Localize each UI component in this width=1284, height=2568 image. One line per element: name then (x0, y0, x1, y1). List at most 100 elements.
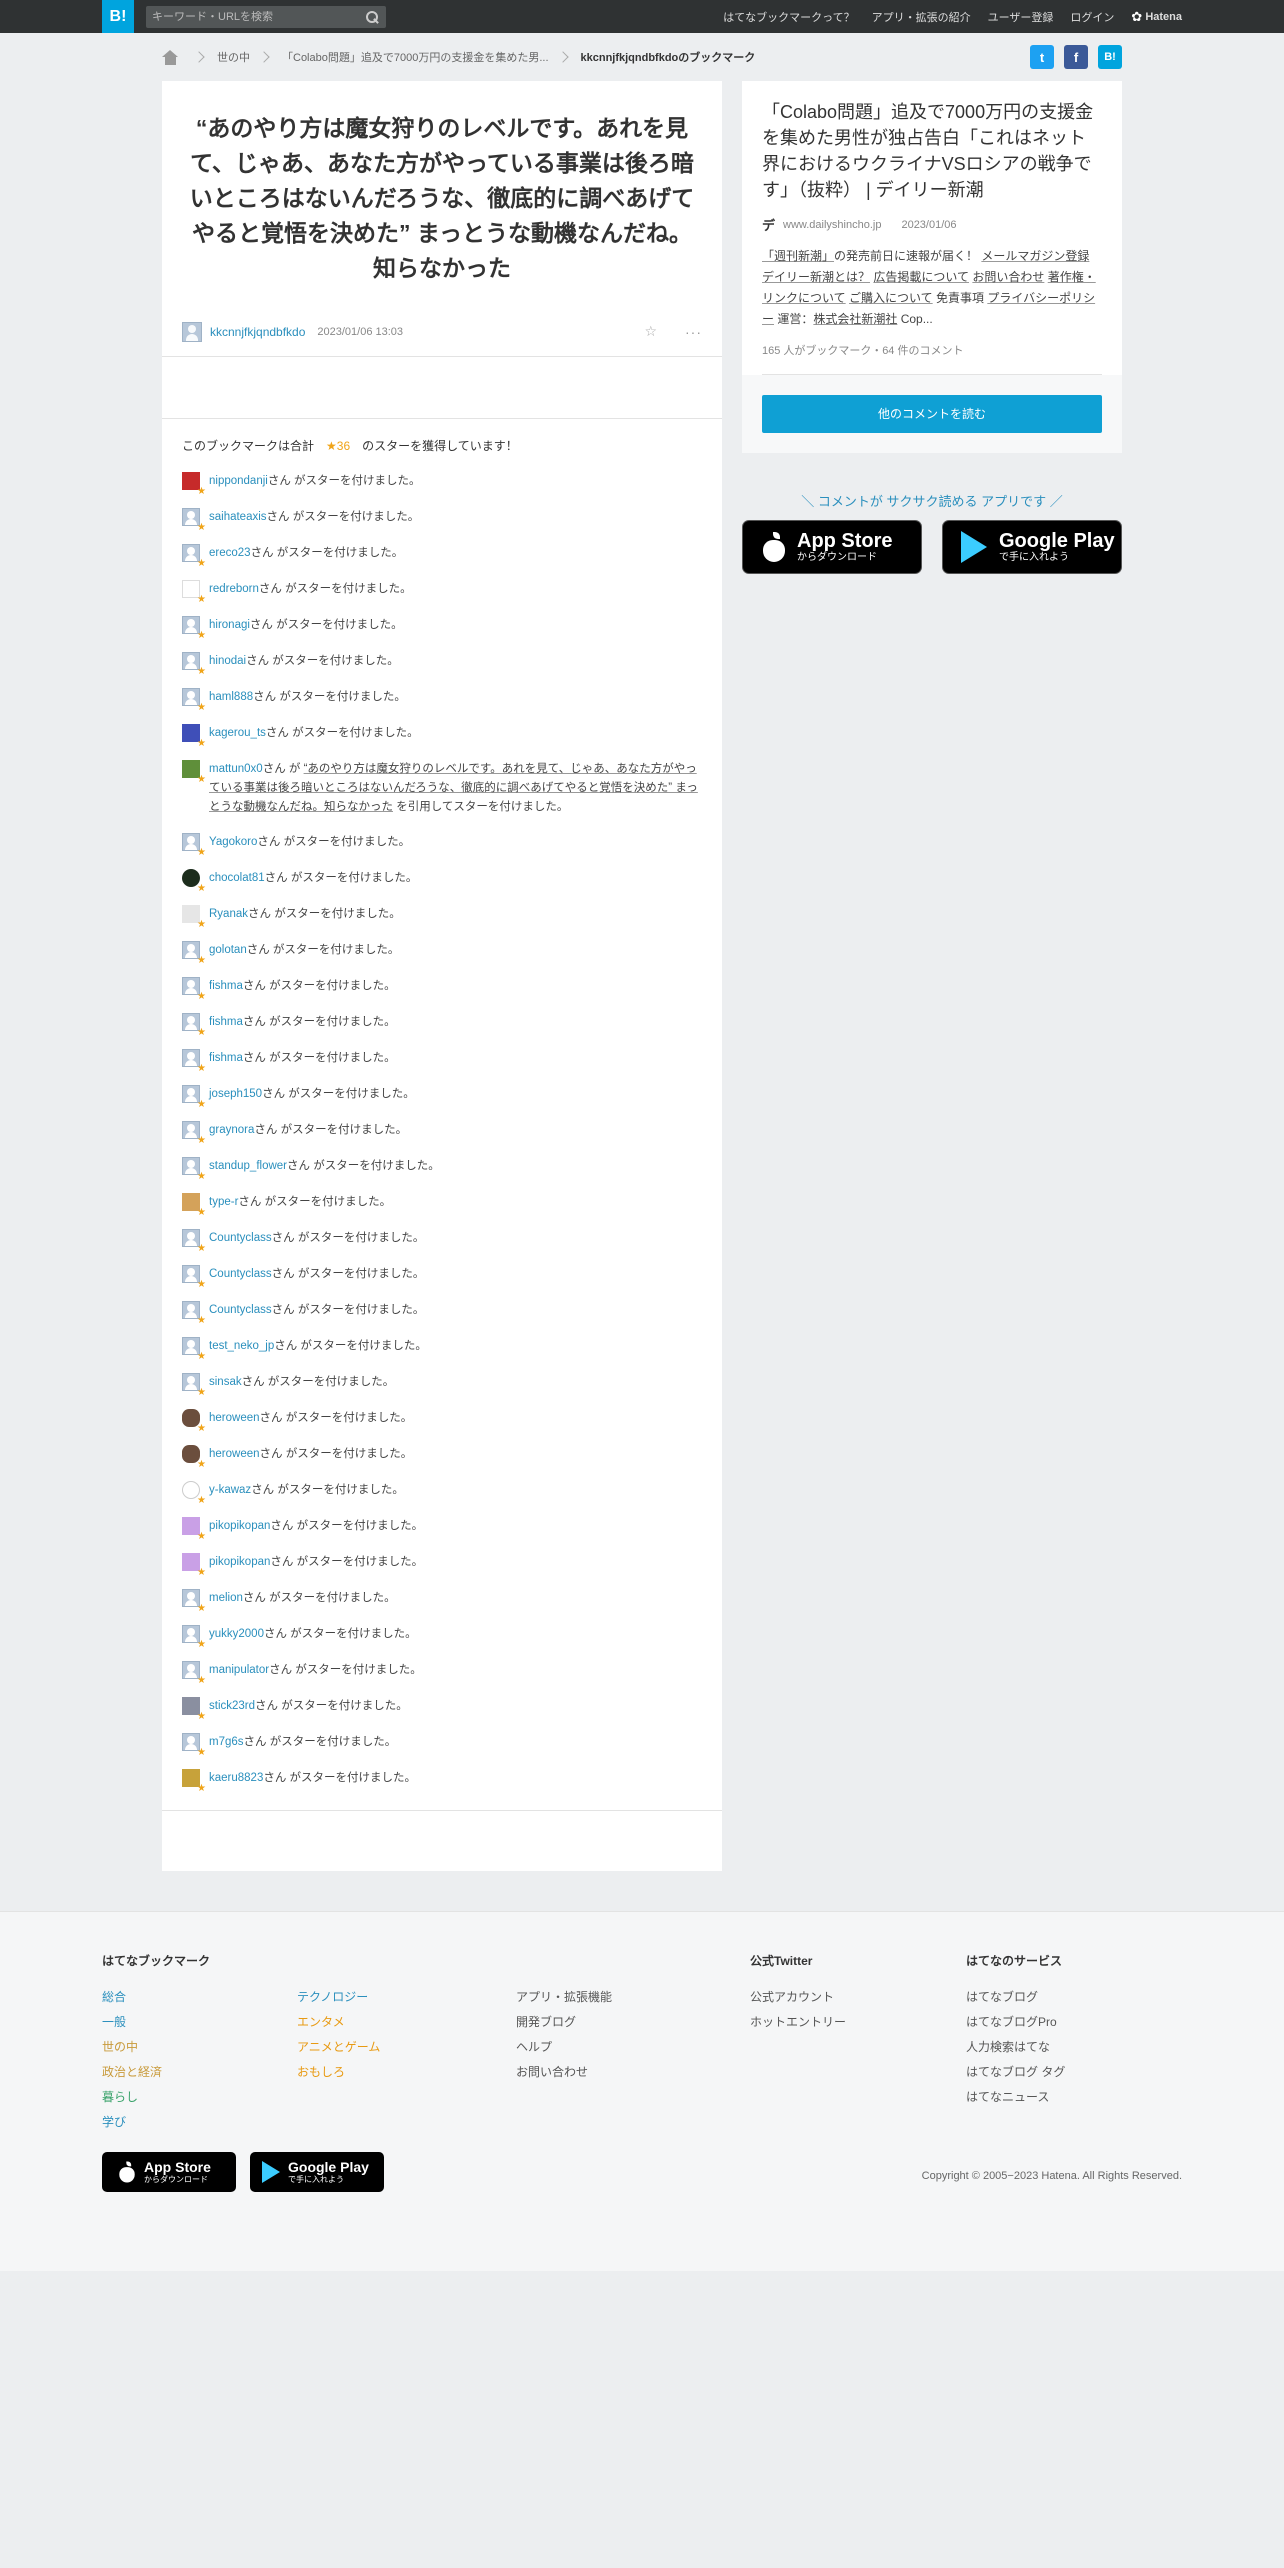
star-user-link[interactable]: haml888 (209, 691, 253, 703)
nav-apps[interactable]: アプリ・拡張の紹介 (872, 9, 971, 25)
star-user-link[interactable]: kaeru8823 (209, 1772, 263, 1784)
avatar[interactable]: ★ (182, 1444, 206, 1469)
hatena-bookmark-logo[interactable]: B! (102, 0, 134, 33)
star-user-link[interactable]: kagerou_ts (209, 727, 266, 739)
avatar[interactable]: ★ (182, 1408, 206, 1433)
avatar[interactable]: ★ (182, 1372, 206, 1397)
entry-description-link[interactable]: 株式会社新潮社 (813, 312, 897, 326)
footer-link[interactable]: おもしろ (297, 2060, 380, 2085)
footer-link[interactable]: 一般 (102, 2010, 210, 2035)
star-user-link[interactable]: stick23rd (209, 1700, 255, 1712)
avatar[interactable]: ★ (182, 1336, 206, 1361)
avatar[interactable]: ★ (182, 1660, 206, 1685)
star-user-link[interactable]: standup_flower (209, 1160, 287, 1172)
entry-title-link[interactable]: 「Colabo問題」追及で7000万円の支援金を集めた男性が独占告白「これはネッ… (762, 99, 1102, 203)
star-user-link[interactable]: hinodai (209, 655, 246, 667)
star-user-link[interactable]: fishma (209, 1016, 243, 1028)
avatar[interactable]: ★ (182, 1156, 206, 1181)
star-user-link[interactable]: heroween (209, 1412, 260, 1424)
avatar[interactable]: ★ (182, 579, 206, 604)
avatar[interactable]: ★ (182, 1048, 206, 1073)
star-user-link[interactable]: graynora (209, 1124, 254, 1136)
star-user-link[interactable]: joseph150 (209, 1088, 262, 1100)
avatar[interactable]: ★ (182, 543, 206, 568)
star-user-link[interactable]: pikopikopan (209, 1556, 270, 1568)
more-options-icon[interactable]: ··· (685, 324, 702, 340)
avatar[interactable]: ★ (182, 1516, 206, 1541)
avatar[interactable]: ★ (182, 615, 206, 640)
star-user-link[interactable]: Countyclass (209, 1304, 272, 1316)
breadcrumb-category[interactable]: 世の中 (217, 49, 250, 65)
avatar[interactable]: ★ (182, 1012, 206, 1037)
star-user-link[interactable]: test_neko_jp (209, 1340, 274, 1352)
twitter-share-button[interactable]: t (1030, 45, 1054, 69)
star-user-link[interactable]: Countyclass (209, 1232, 272, 1244)
avatar[interactable]: ★ (182, 832, 206, 857)
star-user-link[interactable]: mattun0x0 (209, 763, 263, 775)
avatar[interactable]: ★ (182, 1768, 206, 1793)
star-user-link[interactable]: hironagi (209, 619, 250, 631)
footer-link[interactable]: はてなブログPro (966, 2010, 1065, 2035)
footer-link[interactable]: アニメとゲーム (297, 2035, 380, 2060)
avatar[interactable]: ★ (182, 1228, 206, 1253)
star-user-link[interactable]: saihateaxis (209, 511, 267, 523)
avatar[interactable]: ★ (182, 471, 206, 496)
footer-link[interactable]: エンタメ (297, 2010, 380, 2035)
footer-link[interactable]: はてなブログ タグ (966, 2060, 1065, 2085)
hatena-share-button[interactable]: B! (1098, 45, 1122, 69)
footer-link[interactable]: 人力検索はてな (966, 2035, 1065, 2060)
avatar[interactable]: ★ (182, 651, 206, 676)
avatar[interactable]: ★ (182, 1480, 206, 1505)
star-user-link[interactable]: redreborn (209, 583, 259, 595)
star-user-link[interactable]: manipulator (209, 1664, 269, 1676)
entry-description-link[interactable]: メールマガジン登録 (981, 249, 1089, 263)
footer-link[interactable]: はてなブログ (966, 1985, 1065, 2010)
add-star-icon[interactable]: ☆ (644, 323, 657, 340)
star-user-link[interactable]: golotan (209, 944, 247, 956)
footer-link[interactable]: ヘルプ (516, 2035, 612, 2060)
entry-domain-link[interactable]: www.dailyshincho.jp (783, 219, 881, 231)
star-user-link[interactable]: m7g6s (209, 1736, 244, 1748)
breadcrumb-entry[interactable]: 「Colabo問題」追及で7000万円の支援金を集めた男... (282, 49, 549, 65)
home-icon[interactable] (162, 49, 179, 65)
star-user-link[interactable]: nippondanji (209, 475, 268, 487)
avatar[interactable]: ★ (182, 1084, 206, 1109)
footer-link[interactable]: 公式アカウント (750, 1985, 846, 2010)
entry-description-link[interactable]: お問い合わせ (972, 270, 1044, 284)
star-user-link[interactable]: fishma (209, 980, 243, 992)
nav-about[interactable]: はてなブックマークって？ (723, 9, 854, 25)
entry-description-link[interactable]: 広告掲載について (873, 270, 969, 284)
avatar[interactable]: ★ (182, 1588, 206, 1613)
avatar[interactable]: ★ (182, 904, 206, 929)
search-input[interactable] (152, 10, 352, 23)
facebook-share-button[interactable]: f (1064, 45, 1088, 69)
footer-link[interactable]: 総合 (102, 1985, 210, 2010)
avatar[interactable]: ★ (182, 1732, 206, 1757)
footer-link[interactable]: ホットエントリー (750, 2010, 846, 2035)
avatar[interactable]: ★ (182, 1264, 206, 1289)
avatar[interactable]: ★ (182, 1696, 206, 1721)
star-user-link[interactable]: chocolat81 (209, 872, 265, 884)
google-play-button[interactable]: Google Play で手に入れよう (942, 520, 1122, 575)
footer-link[interactable]: 世の中 (102, 2035, 210, 2060)
footer-link[interactable]: 暮らし (102, 2085, 210, 2110)
avatar[interactable]: ★ (182, 723, 206, 748)
avatar[interactable]: ★ (182, 1552, 206, 1577)
star-user-link[interactable]: Ryanak (209, 908, 248, 920)
avatar[interactable]: ★ (182, 759, 206, 784)
avatar[interactable]: ★ (182, 1192, 206, 1217)
star-user-link[interactable]: type-r (209, 1196, 238, 1208)
footer-link[interactable]: 政治と経済 (102, 2060, 210, 2085)
avatar[interactable]: ★ (182, 940, 206, 965)
entry-description-link[interactable]: ご購入について (849, 291, 933, 305)
star-user-link[interactable]: fishma (209, 1052, 243, 1064)
entry-description-link[interactable]: 「週刊新潮」 (762, 249, 834, 263)
read-other-comments-button[interactable]: 他のコメントを読む (762, 395, 1102, 434)
footer-google-play-button[interactable]: Google Play で手に入れよう (250, 2151, 384, 2192)
footer-link[interactable]: テクノロジー (297, 1985, 380, 2010)
entry-description-link[interactable]: デイリー新潮とは？ (762, 270, 870, 284)
avatar[interactable]: ★ (182, 1300, 206, 1325)
bookmark-user-link[interactable]: kkcnnjfkjqndbfkdo (210, 325, 305, 339)
footer-link[interactable]: はてなニュース (966, 2085, 1065, 2110)
avatar[interactable]: ★ (182, 868, 206, 893)
